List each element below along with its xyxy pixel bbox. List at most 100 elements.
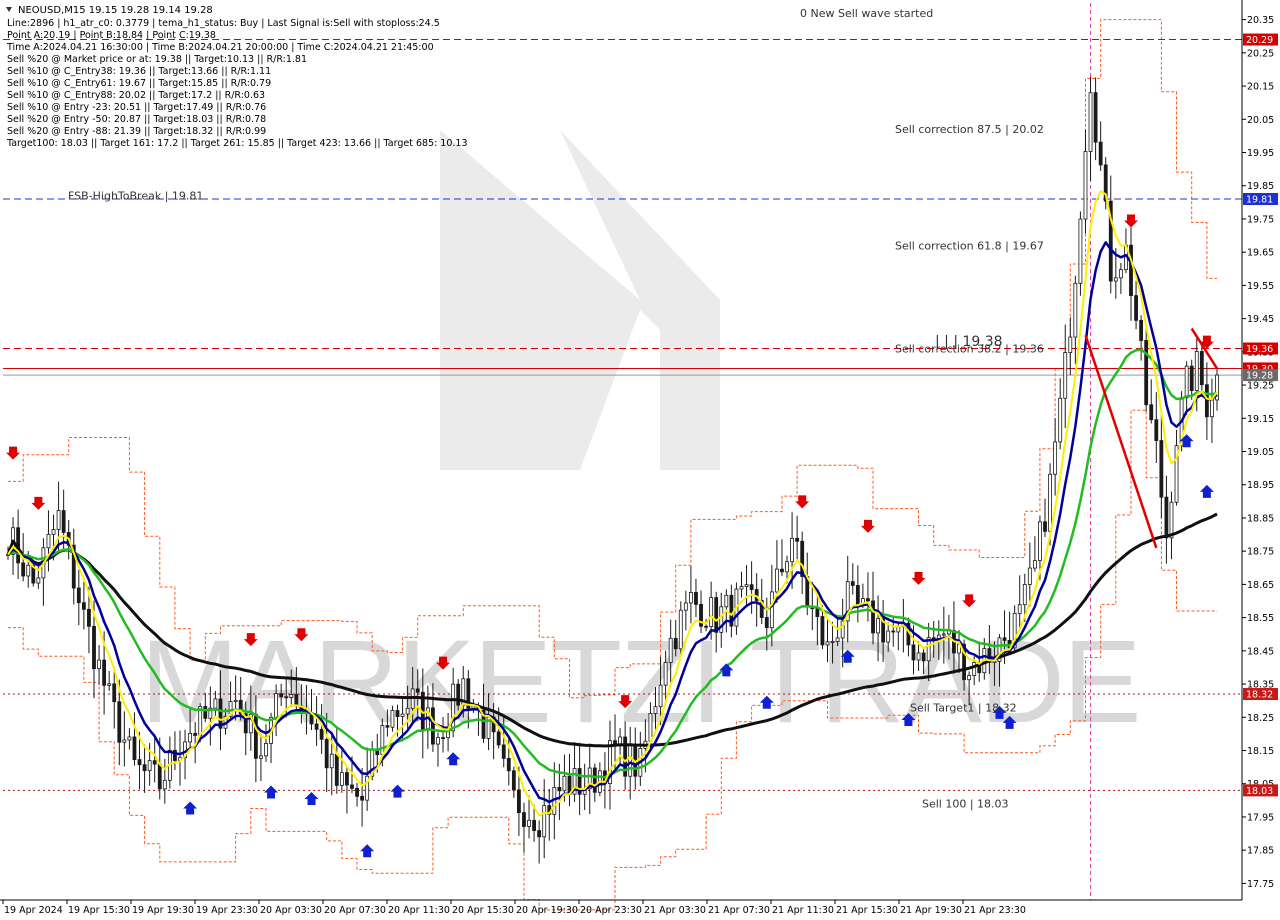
x-tick-label: 20 Apr 23:30 bbox=[580, 905, 642, 916]
info-line: Target100: 18.03 || Target 161: 17.2 || … bbox=[6, 138, 468, 149]
info-line: Sell %20 @ Entry -50: 20.87 || Target:18… bbox=[7, 114, 266, 125]
y-tick-label: 19.45 bbox=[1247, 314, 1274, 325]
candle-body bbox=[1169, 501, 1174, 539]
candle-body bbox=[26, 564, 31, 577]
y-tick-label: 19.25 bbox=[1247, 381, 1274, 392]
candle-body bbox=[112, 683, 117, 703]
candle-body bbox=[648, 713, 653, 742]
candle-body bbox=[1194, 351, 1199, 392]
candle-body bbox=[628, 744, 633, 777]
x-tick-label: 19 Apr 19:30 bbox=[132, 905, 194, 916]
candle-body bbox=[1048, 473, 1052, 532]
candle-body bbox=[152, 760, 157, 765]
candle-body bbox=[1149, 404, 1154, 421]
price-label-text: 18.03 bbox=[1246, 786, 1273, 797]
candle-body bbox=[527, 819, 531, 827]
candle-body bbox=[739, 586, 744, 590]
candle-body bbox=[825, 641, 830, 646]
candle-body bbox=[542, 805, 547, 838]
price-label-text: 20.29 bbox=[1246, 35, 1273, 46]
candle-body bbox=[324, 738, 329, 769]
annotation-text: Sell correction 87.5 | 20.02 bbox=[895, 123, 1044, 136]
y-tick-label: 19.95 bbox=[1247, 148, 1274, 159]
y-tick-label: 17.85 bbox=[1247, 846, 1274, 857]
buy-arrow-icon bbox=[264, 785, 279, 799]
info-line: Sell %10 @ C_Entry38: 19.36 || Target:13… bbox=[7, 66, 271, 77]
candle-body bbox=[319, 728, 324, 740]
candle-body bbox=[1159, 440, 1164, 498]
candle-body bbox=[147, 760, 152, 772]
candle-body bbox=[1043, 521, 1047, 532]
y-tick-label: 18.95 bbox=[1247, 480, 1274, 491]
symbol-dropdown-icon bbox=[6, 7, 12, 12]
candle-body bbox=[87, 608, 91, 627]
candle-body bbox=[107, 683, 112, 686]
buy-arrow-icon bbox=[390, 784, 405, 798]
candle-body bbox=[941, 633, 946, 636]
candle-body bbox=[688, 592, 693, 604]
candle-body bbox=[122, 739, 127, 743]
candle-body bbox=[162, 779, 167, 790]
candle-body bbox=[92, 625, 96, 670]
candle-body bbox=[137, 759, 142, 766]
candle-body bbox=[56, 510, 61, 530]
candle-body bbox=[496, 731, 501, 746]
x-tick-label: 19 Apr 2024 bbox=[4, 905, 63, 916]
candle-body bbox=[800, 540, 805, 577]
x-tick-label: 20 Apr 07:30 bbox=[324, 905, 386, 916]
annotation-text: Sell correction 38.2 | 19.36 bbox=[895, 343, 1044, 356]
sell-arrow-icon bbox=[31, 496, 46, 510]
candle-body bbox=[1038, 521, 1042, 561]
candle-body bbox=[683, 602, 688, 611]
info-line: Sell %10 @ C_Entry88: 20.02 || Target:17… bbox=[7, 90, 265, 101]
candle-body bbox=[744, 584, 749, 587]
candle-body bbox=[1053, 441, 1058, 475]
candle-body bbox=[709, 597, 714, 627]
candle-body bbox=[967, 675, 972, 681]
envelope-bands bbox=[8, 19, 1217, 911]
x-tick-label: 20 Apr 15:30 bbox=[452, 905, 514, 916]
candle-body bbox=[294, 694, 299, 707]
candle-body bbox=[329, 753, 334, 769]
candle-body bbox=[876, 618, 880, 634]
candle-body bbox=[188, 733, 193, 743]
candle-body bbox=[61, 510, 66, 533]
x-tick-label: 20 Apr 03:30 bbox=[260, 905, 322, 916]
buy-arrow-icon bbox=[360, 844, 375, 858]
candle-body bbox=[284, 696, 289, 699]
candle-body bbox=[233, 699, 238, 702]
sell-arrow-icon bbox=[860, 519, 875, 533]
candle-body bbox=[704, 625, 708, 628]
candle-body bbox=[557, 786, 562, 792]
buy-arrow-icon bbox=[446, 752, 461, 766]
info-line: Sell %20 @ Market price or at: 19.38 || … bbox=[7, 54, 307, 65]
y-tick-label: 18.65 bbox=[1247, 580, 1274, 591]
candle-body bbox=[815, 608, 820, 617]
candle-body bbox=[780, 568, 784, 573]
info-line: Sell %10 @ C_Entry61: 19.67 || Target:15… bbox=[7, 78, 271, 89]
y-tick-label: 20.05 bbox=[1247, 115, 1274, 126]
candle-body bbox=[355, 787, 359, 797]
price-chart[interactable]: MARKETZI TRADE 0 New Sell wave startedSe… bbox=[0, 0, 1280, 920]
candle-body bbox=[517, 789, 521, 814]
candle-body bbox=[774, 568, 779, 593]
candle-body bbox=[673, 637, 678, 650]
y-tick-label: 20.15 bbox=[1247, 82, 1274, 93]
candle-body bbox=[360, 795, 365, 801]
annotation-text: 0 New Sell wave started bbox=[800, 7, 933, 20]
x-tick-label: 20 Apr 19:30 bbox=[516, 905, 578, 916]
sell-arrow-icon bbox=[1124, 214, 1139, 228]
candle-body bbox=[891, 630, 896, 633]
y-tick-label: 19.65 bbox=[1247, 248, 1274, 259]
y-tick-label: 18.15 bbox=[1247, 746, 1274, 757]
candle-body bbox=[724, 594, 729, 608]
candle-body bbox=[51, 529, 56, 535]
candle-body bbox=[1118, 269, 1123, 279]
candle-body bbox=[334, 753, 339, 786]
candle-body bbox=[395, 710, 400, 717]
candle-body bbox=[1154, 419, 1159, 441]
y-tick-label: 18.75 bbox=[1247, 547, 1274, 558]
info-line: Sell %20 @ Entry -88: 21.39 || Target:18… bbox=[7, 126, 266, 137]
candle-body bbox=[921, 652, 926, 662]
y-tick-label: 19.05 bbox=[1247, 447, 1274, 458]
